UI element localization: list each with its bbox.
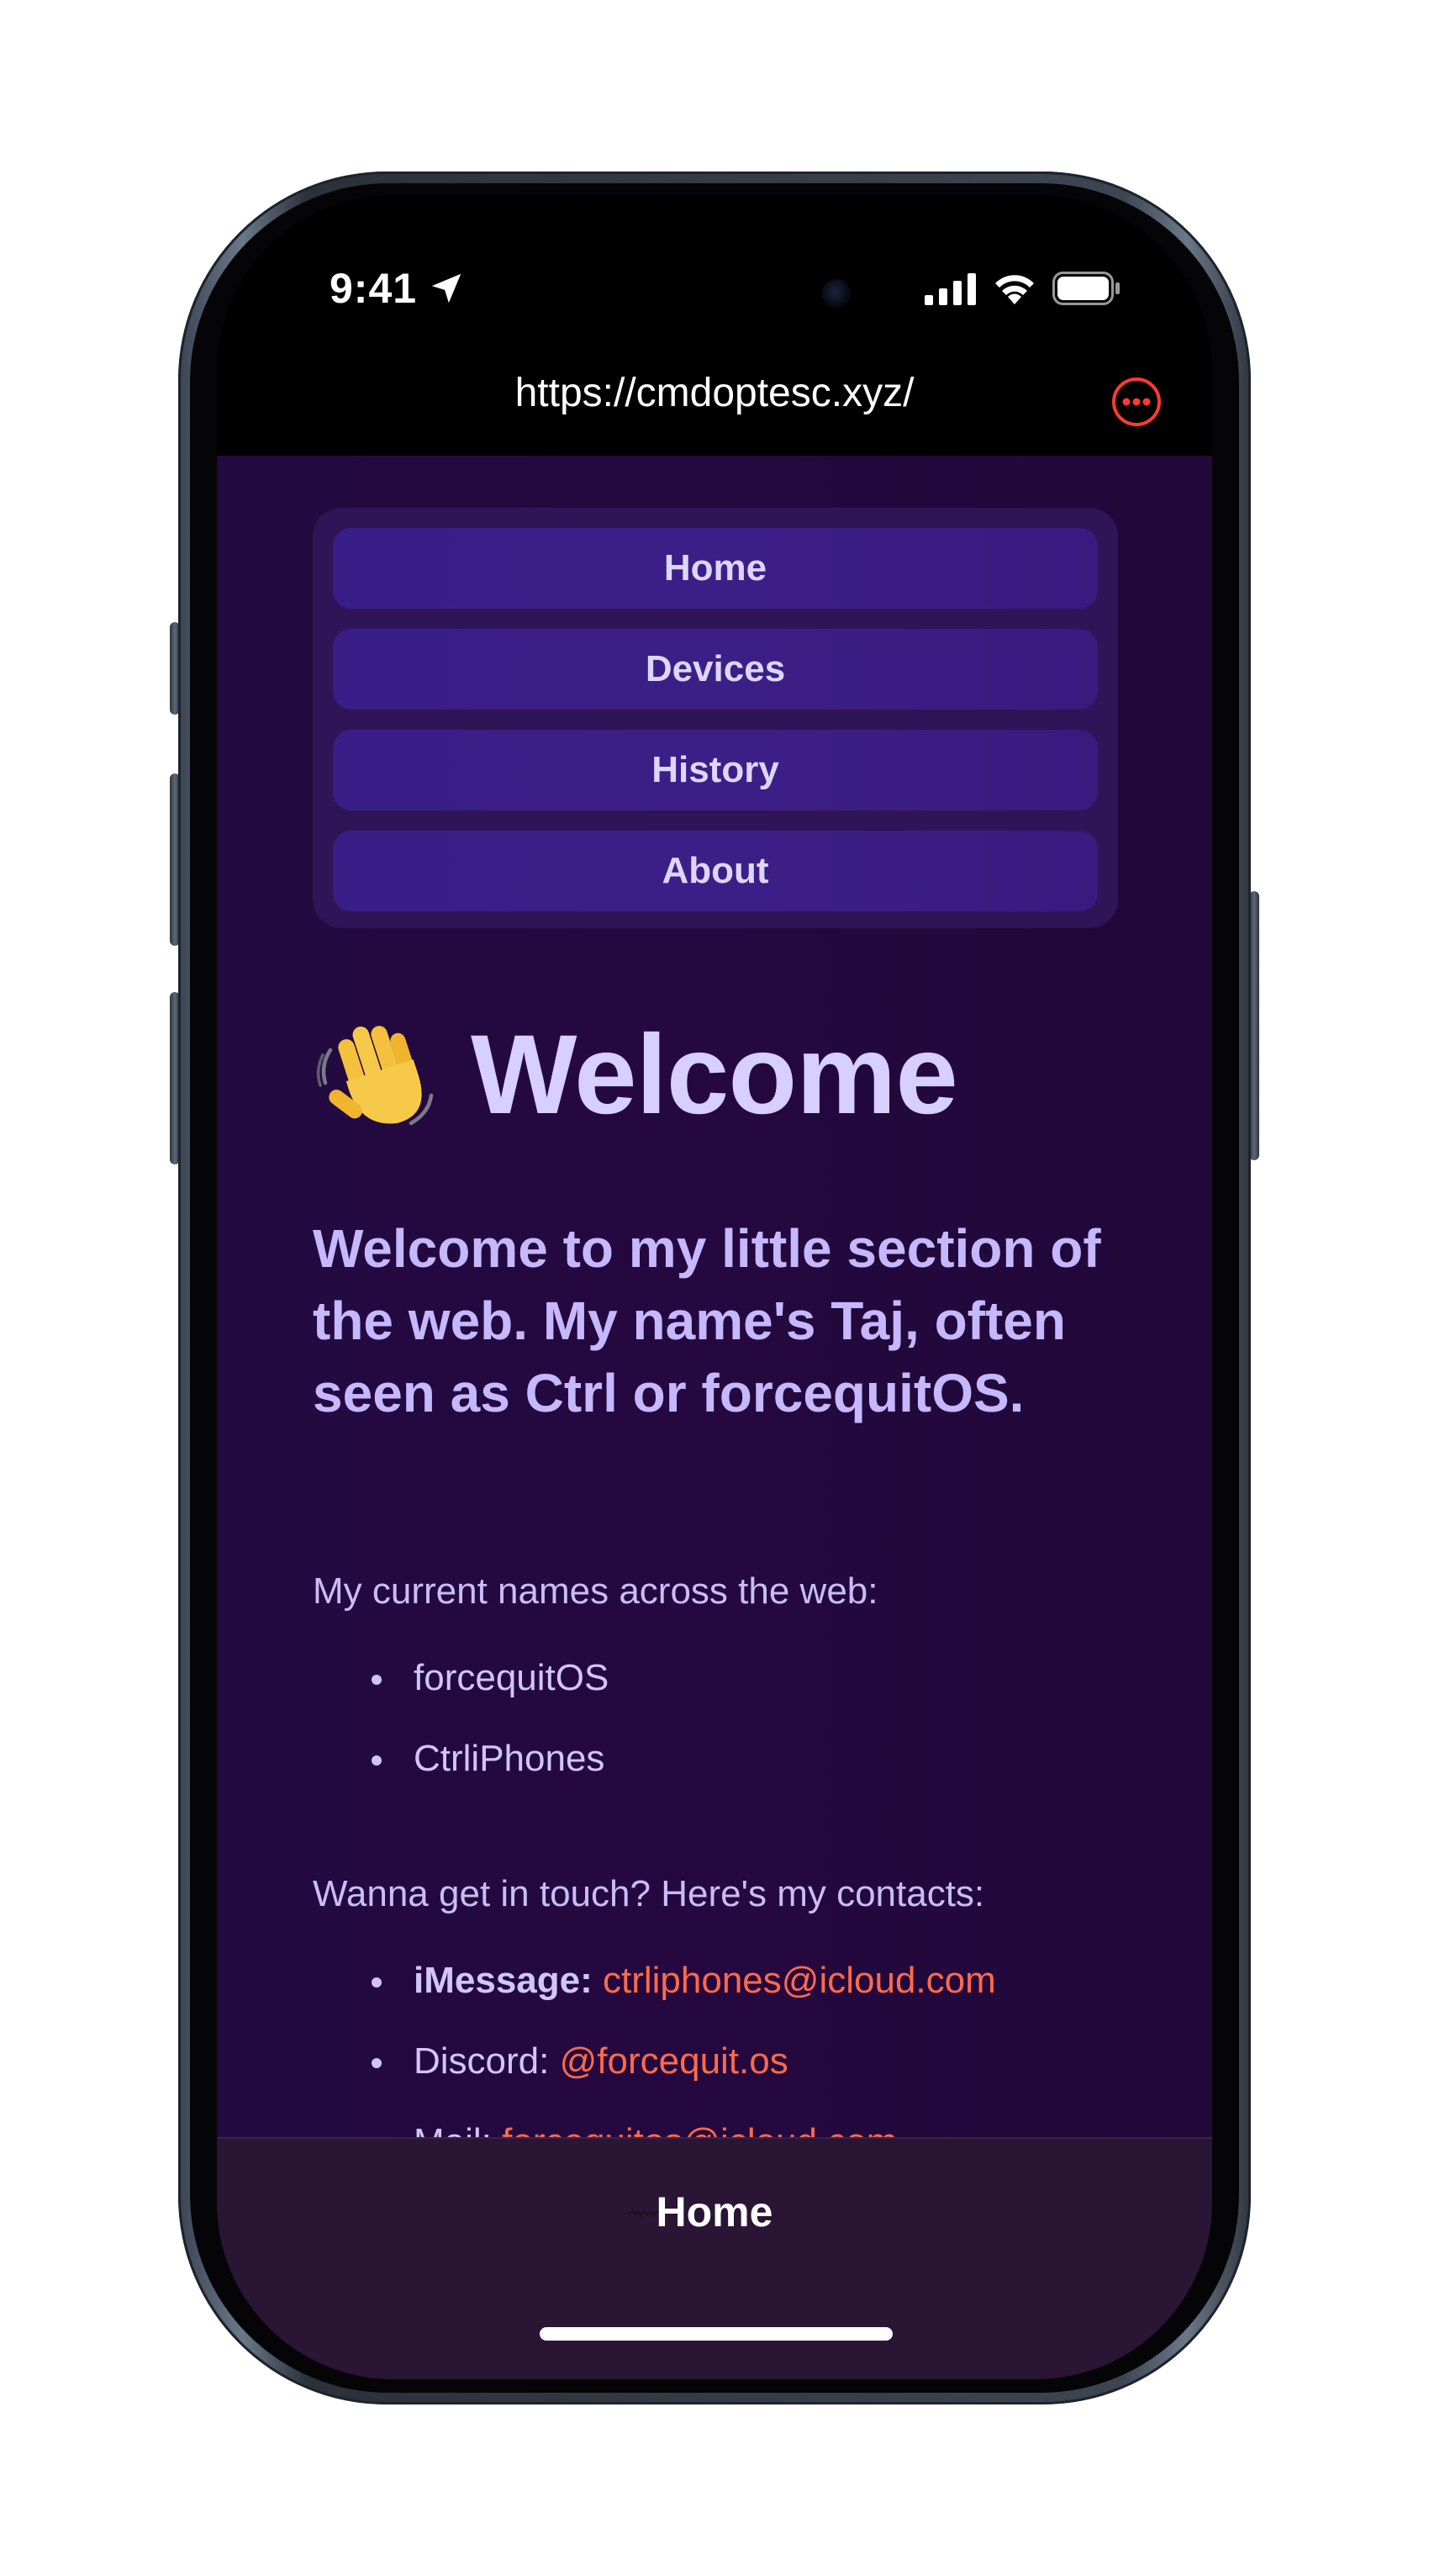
page-title: Welcome <box>471 1012 958 1138</box>
cellular-signal-icon <box>925 273 976 305</box>
nav-item-devices[interactable]: Devices <box>333 629 1098 710</box>
waving-hand-icon <box>316 1025 434 1125</box>
contact-label: Discord: <box>414 2040 550 2082</box>
contact-item-mail: Mail: forcequitos@icloud.com <box>313 2117 996 2137</box>
browser-url-bar[interactable]: https://cmdoptesc.xyz/ <box>217 351 1212 452</box>
home-indicator[interactable] <box>540 2327 893 2341</box>
tab-title[interactable]: Home <box>217 2188 1212 2236</box>
browser-tab-bar[interactable]: Home <box>217 2137 1212 2379</box>
intro-paragraph: Welcome to my little section of the web.… <box>313 1218 1101 1423</box>
location-arrow-icon <box>431 273 461 304</box>
names-list: forcequitOS CtrliPhones <box>313 1653 609 1814</box>
screenshot-stage: 9:41 https://cmdoptesc.xyz/ Home Devices… <box>0 0 1429 2576</box>
status-indicators <box>925 271 1121 306</box>
nav-item-home[interactable]: Home <box>333 528 1098 609</box>
nav-item-about[interactable]: About <box>333 831 1098 911</box>
nav-item-history[interactable]: History <box>333 730 1098 810</box>
contact-item-discord: Discord: @forcequit.os <box>313 2036 996 2117</box>
contacts-list: iMessage: ctrliphones@icloud.com Discord… <box>313 1956 996 2137</box>
ellipsis-circle-icon[interactable] <box>1111 377 1162 427</box>
list-item: CtrliPhones <box>313 1734 609 1814</box>
contact-link[interactable]: @forcequit.os <box>560 2040 788 2082</box>
welcome-heading: Welcome <box>313 1011 958 1139</box>
url-text[interactable]: https://cmdoptesc.xyz/ <box>217 370 1212 416</box>
contact-label: iMessage: <box>414 1960 593 2001</box>
contacts-heading: Wanna get in touch? Here's my contacts: <box>313 1873 985 1914</box>
contact-link[interactable]: forcequitos@icloud.com <box>502 2121 897 2137</box>
contact-label: Mail: <box>414 2121 492 2137</box>
site-nav: Home Devices History About <box>313 508 1118 928</box>
phone-screen: 9:41 https://cmdoptesc.xyz/ Home Devices… <box>217 195 1212 2379</box>
web-content: Home Devices History About Welcome Welco… <box>217 456 1212 2137</box>
battery-icon <box>1052 272 1120 305</box>
front-camera <box>822 279 851 308</box>
status-time: 9:41 <box>330 265 418 312</box>
contact-link[interactable]: ctrliphones@icloud.com <box>603 1960 996 2001</box>
wifi-icon <box>995 275 1034 304</box>
dynamic-island <box>572 252 857 336</box>
list-item: forcequitOS <box>313 1653 609 1734</box>
names-heading: My current names across the web: <box>313 1570 878 1612</box>
contact-item-imessage: iMessage: ctrliphones@icloud.com <box>313 1956 996 2036</box>
